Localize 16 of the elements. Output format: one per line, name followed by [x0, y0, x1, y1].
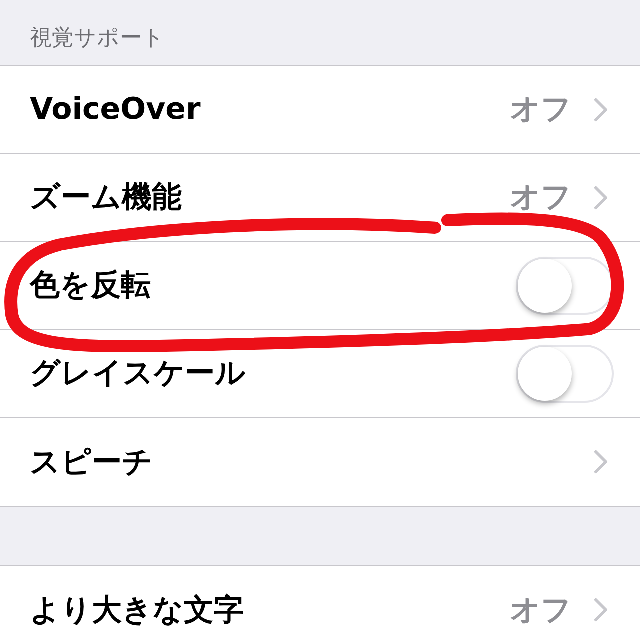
setting-label: グレイスケール: [30, 355, 247, 393]
setting-label: より大きな文字: [30, 592, 245, 630]
setting-value: オフ: [510, 91, 572, 129]
chevron-icon[interactable]: [594, 98, 608, 122]
setting-label: ズーム機能: [30, 179, 183, 217]
chevron-icon[interactable]: [594, 598, 608, 622]
setting-label: 色を反転: [30, 267, 152, 305]
chevron-icon[interactable]: [594, 450, 608, 474]
toggle-switch[interactable]: [516, 256, 614, 314]
toggle-switch[interactable]: [516, 344, 614, 402]
chevron-icon[interactable]: [594, 186, 608, 210]
setting-value: オフ: [510, 179, 572, 217]
setting-label: VoiceOver: [30, 92, 202, 127]
setting-value: オフ: [510, 592, 572, 630]
setting-label: スピーチ: [30, 444, 154, 482]
section-header: 視覚サポート: [30, 25, 165, 53]
